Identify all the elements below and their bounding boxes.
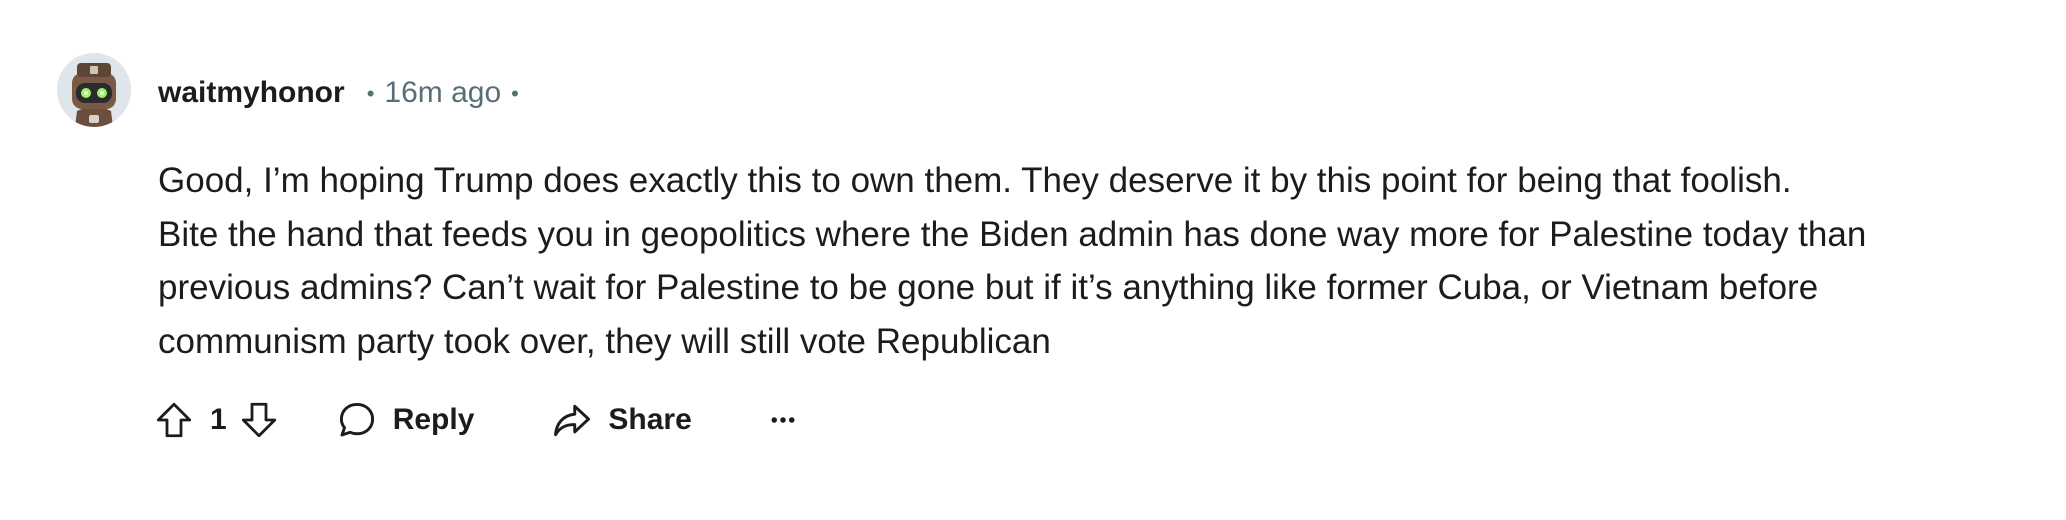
comment-action-bar: 1 Reply Share [148,392,806,448]
share-button[interactable]: Share [540,394,701,446]
more-options-button[interactable] [760,394,806,446]
avatar[interactable] [57,53,131,127]
speech-bubble-icon [339,402,374,437]
vote-score: 1 [210,403,227,436]
reply-button[interactable]: Reply [325,394,485,446]
username-link[interactable]: waitmyhonor [158,76,345,110]
robot-snoo-avatar-icon [57,53,131,127]
comment-body-line: Bite the hand that feeds you in geopolit… [158,214,1867,254]
timestamp[interactable]: 16m ago [384,76,501,110]
meta-separator: • [366,81,375,106]
arrow-down-icon [241,402,276,438]
meta-separator: • [511,81,519,106]
share-label: Share [608,403,692,436]
downvote-button[interactable] [233,394,285,446]
comment: waitmyhonor • 16m ago • Good, I’m hoping… [0,0,2066,520]
share-arrow-icon [554,404,591,437]
upvote-button[interactable] [148,394,200,446]
reply-label: Reply [392,403,475,436]
arrow-up-icon [156,402,192,438]
comment-meta: waitmyhonor • 16m ago • [158,72,529,114]
ellipsis-icon [771,417,795,423]
comment-body: Good, I’m hoping Trump does exactly this… [158,154,2038,368]
comment-body-line: Good, I’m hoping Trump does exactly this… [158,161,1792,200]
comment-body-line: previous admins? Can’t wait for Palestin… [158,268,1819,307]
comment-body-line: communism party took over, they will sti… [158,321,1051,361]
